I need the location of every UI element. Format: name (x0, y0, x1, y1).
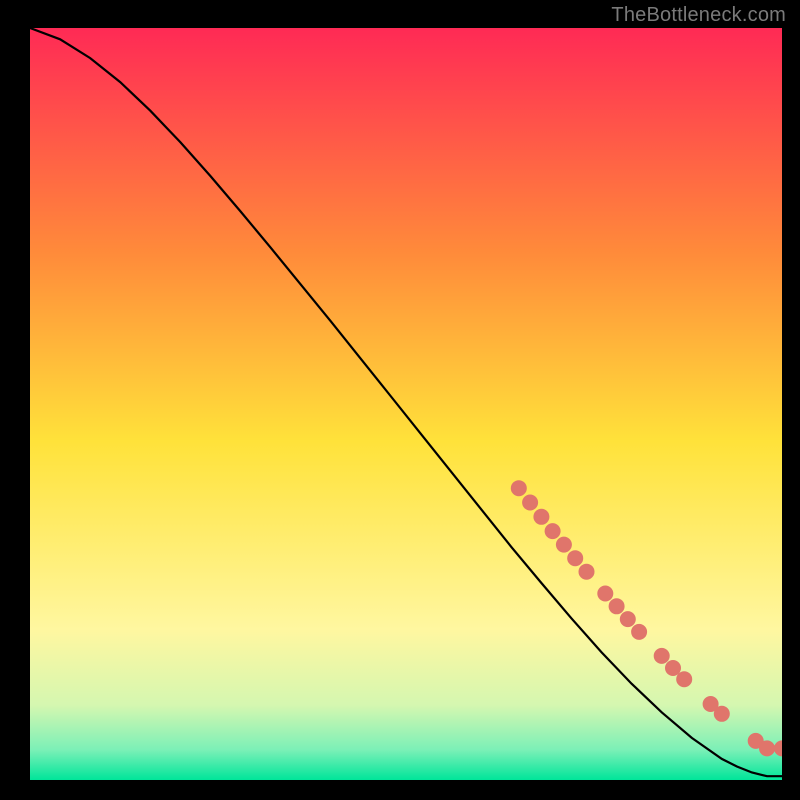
data-marker (714, 706, 730, 722)
chart-stage: TheBottleneck.com (0, 0, 800, 800)
data-marker (522, 495, 538, 511)
data-marker (545, 523, 561, 539)
data-marker (511, 480, 527, 496)
data-marker (631, 624, 647, 640)
data-marker (759, 740, 775, 756)
data-marker (654, 648, 670, 664)
data-marker (556, 537, 572, 553)
watermark-text: TheBottleneck.com (611, 4, 786, 27)
data-marker (533, 509, 549, 525)
chart-svg (0, 0, 800, 800)
data-marker (567, 550, 583, 566)
data-marker (579, 564, 595, 580)
data-marker (609, 598, 625, 614)
data-marker (597, 586, 613, 602)
data-marker (774, 740, 790, 756)
data-marker (676, 671, 692, 687)
data-marker (620, 611, 636, 627)
